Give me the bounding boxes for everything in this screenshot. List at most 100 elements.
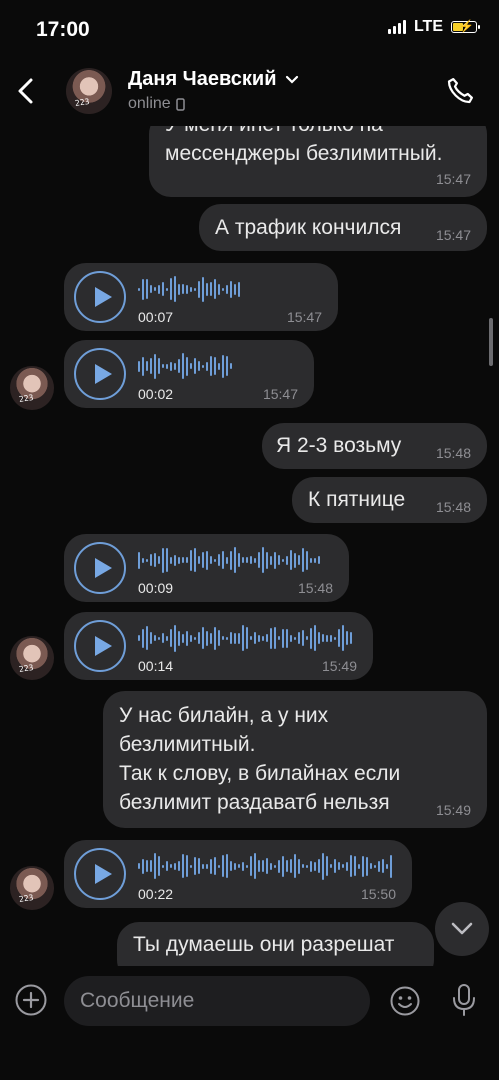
message-list[interactable]: У меня инет только на мессенджеры безлим… [0, 126, 499, 966]
waveform-bar [158, 358, 160, 374]
back-button[interactable] [14, 76, 38, 106]
attach-button[interactable] [14, 983, 48, 1022]
waveform-bar [178, 359, 180, 373]
waveform-bar [194, 287, 196, 291]
waveform-bar [238, 632, 240, 644]
waveform-bar [286, 860, 288, 872]
voice-message[interactable]: 00:14 15:49 [64, 612, 373, 680]
waveform-bar [254, 557, 256, 563]
waveform-bar [238, 864, 240, 868]
message-bubble[interactable]: А трафик кончился 15:47 [199, 204, 487, 251]
waveform-bar [158, 636, 160, 640]
waveform-bar [266, 551, 268, 569]
waveform-bar [342, 864, 344, 868]
waveform-bar [182, 557, 184, 563]
play-button[interactable] [74, 542, 126, 594]
voice-duration: 00:14 [138, 658, 174, 674]
avatar[interactable] [66, 68, 112, 114]
waveform-bar [238, 553, 240, 567]
waveform-bar [138, 863, 140, 869]
waveform-bar [182, 353, 184, 379]
waveform-bar [346, 631, 348, 645]
message-time: 15:47 [262, 386, 298, 402]
waveform-bar [182, 633, 184, 643]
call-button[interactable] [445, 76, 475, 111]
avatar[interactable] [10, 366, 54, 410]
chevron-down-icon [285, 75, 298, 84]
back-icon [18, 78, 33, 104]
waveform-bar [158, 556, 160, 564]
message-bubble[interactable]: У нас билайн, а у них безлимитный. Так к… [103, 691, 487, 828]
waveform-bar [274, 864, 276, 868]
waveform-bar [342, 625, 344, 651]
waveform-bar [298, 858, 300, 874]
waveform-bar [150, 358, 152, 374]
status-text: online [128, 95, 171, 112]
waveform-bar [214, 279, 216, 299]
waveform-bar [290, 550, 292, 570]
waveform-bar [202, 552, 204, 568]
waveform-bar [226, 556, 228, 564]
waveform-bar [214, 626, 216, 650]
message-bubble[interactable]: К пятнице 15:48 [292, 477, 487, 523]
scrollbar[interactable] [489, 318, 493, 366]
voice-record-button[interactable] [450, 983, 478, 1022]
waveform-bar [206, 630, 208, 646]
play-button[interactable] [74, 620, 126, 672]
waveform-bar [166, 635, 168, 641]
waveform-bar [218, 554, 220, 566]
message-bubble[interactable]: Ты думаешь они разрешат [117, 922, 434, 966]
contact-status: online [128, 95, 185, 113]
waveform-bar [250, 856, 252, 876]
waveform-bar [254, 853, 256, 879]
voice-message[interactable]: 00:09 15:48 [64, 534, 349, 602]
waveform-bar [330, 634, 332, 642]
waveform-bar [314, 861, 316, 871]
avatar[interactable] [10, 636, 54, 680]
waveform-bar [186, 630, 188, 646]
message-bubble[interactable]: У меня инет только на мессенджеры безлим… [149, 126, 487, 197]
waveform-bar [294, 552, 296, 568]
battery-icon: ⚡ [451, 19, 480, 33]
waveform-bar [194, 358, 196, 374]
voice-message[interactable]: 00:07 15:47 [64, 263, 338, 331]
waveform [138, 546, 320, 574]
emoji-button[interactable] [389, 985, 421, 1022]
play-button[interactable] [74, 348, 126, 400]
waveform-bar [202, 627, 204, 649]
play-button[interactable] [74, 271, 126, 323]
waveform-bar [190, 549, 192, 571]
waveform-bar [150, 632, 152, 644]
waveform [138, 352, 232, 380]
message-bubble[interactable]: Я 2-3 возьму 15:48 [262, 423, 487, 469]
message-text: У нас билайн, а у них безлимитный. Так к… [119, 704, 401, 814]
waveform-bar [182, 284, 184, 294]
waveform-bar [170, 556, 172, 564]
contact-name-button[interactable]: Даня Чаевский [128, 68, 299, 91]
waveform-bar [254, 632, 256, 644]
waveform-bar [230, 861, 232, 871]
waveform-bar [218, 283, 220, 295]
waveform-bar [386, 863, 388, 869]
waveform-bar [222, 287, 224, 291]
waveform-bar [146, 361, 148, 371]
waveform-bar [150, 285, 152, 293]
message-time: 15:49 [435, 802, 471, 818]
microphone-icon [453, 984, 475, 1016]
scroll-down-button[interactable] [435, 902, 489, 956]
status-bar: 17:00 LTE ⚡ [0, 0, 499, 56]
waveform-bar [294, 636, 296, 640]
waveform-bar [174, 862, 176, 870]
waveform-bar [170, 864, 172, 868]
waveform-bar [330, 864, 332, 868]
voice-message[interactable]: 00:22 15:50 [64, 840, 412, 908]
waveform-bar [258, 634, 260, 642]
play-button[interactable] [74, 848, 126, 900]
waveform-bar [146, 558, 148, 562]
voice-message[interactable]: 00:02 15:47 [64, 340, 314, 408]
waveform-bar [310, 860, 312, 872]
waveform-bar [162, 633, 164, 643]
waveform-bar [150, 860, 152, 872]
avatar[interactable] [10, 866, 54, 910]
message-input[interactable]: Сообщение [64, 976, 370, 1026]
